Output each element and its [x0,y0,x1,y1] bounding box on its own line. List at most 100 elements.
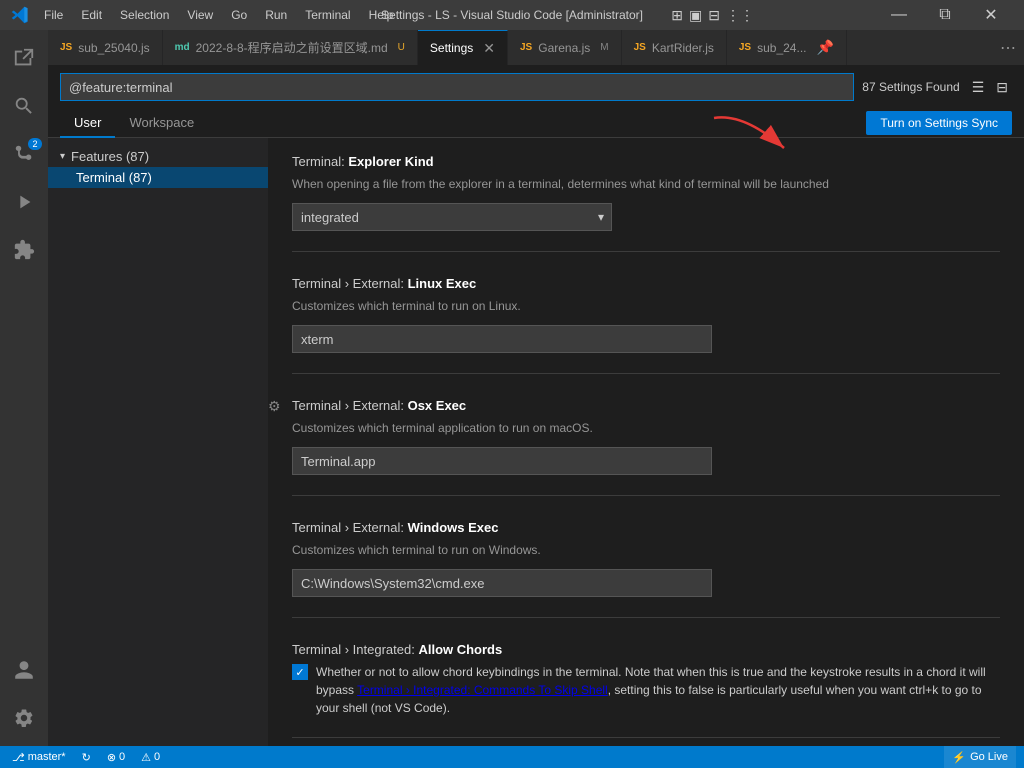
tab-label-garena: Garena.js [538,41,590,55]
tab-garena[interactable]: JS Garena.js M [508,30,622,65]
setting-title-allow-chords: Terminal › Integrated: Allow Chords [292,642,1000,657]
close-button[interactable]: ✕ [968,0,1014,30]
settings-toolbar-icons: ☰ ⊟ [968,77,1012,98]
go-live-button[interactable]: ⚡ Go Live [944,746,1016,768]
tab-modified-indicator-2022: U [398,42,405,53]
settings-results-count: 87 Settings Found [862,80,959,94]
tree-terminal-label: Terminal (87) [76,170,152,185]
restore-button[interactable]: ⧉ [922,0,968,30]
branch-label: master* [28,751,66,763]
branch-icon: ⎇ [12,751,25,764]
setting-linux-exec: Terminal › External: Linux Exec Customiz… [292,276,1000,374]
activity-bar: 2 [0,30,48,746]
status-sync[interactable]: ↻ [78,746,95,768]
tab-user[interactable]: User [60,109,115,138]
tree-features[interactable]: ▾ Features (87) [48,146,268,167]
gear-icon[interactable]: ⚙ [268,398,281,415]
windows-exec-input[interactable] [292,569,712,597]
tab-label-sub2: sub_24... [757,41,806,55]
activity-run[interactable] [0,178,48,226]
menu-run[interactable]: Run [257,4,295,26]
tab-icon-garena: JS [520,42,532,53]
tree-terminal[interactable]: Terminal (87) [48,167,268,188]
error-count: 0 [119,751,125,763]
setting-desc-windows-exec: Customizes which terminal to run on Wind… [292,541,1000,559]
settings-filter-icon[interactable]: ☰ [968,77,989,98]
setting-osx-exec: ⚙ Terminal › External: Osx Exec Customiz… [292,398,1000,496]
main-layout: 2 JS sub_25040.js md 2022-8-8-程序 [0,30,1024,746]
tab-label-2022: 2022-8-8-程序启动之前设置区域.md [196,39,388,56]
search-input-wrapper [60,73,854,101]
layout-icon-4[interactable]: ⋮⋮ [726,7,754,24]
status-warnings[interactable]: ⚠ 0 [137,746,164,768]
layout-icon-3[interactable]: ⊟ [708,7,720,24]
settings-search-input[interactable] [60,73,854,101]
tab-overflow-button[interactable]: ⋯ [992,30,1024,65]
layout-icon-2[interactable]: ▣ [689,7,702,24]
menu-selection[interactable]: Selection [112,4,177,26]
warning-count: 0 [154,751,160,763]
tab-settings[interactable]: Settings ✕ [418,30,508,65]
settings-search-bar: 87 Settings Found ☰ ⊟ [48,65,1024,109]
tab-sub2[interactable]: JS sub_24... 📌 [727,30,847,65]
tab-workspace[interactable]: Workspace [115,109,208,138]
activity-source-control[interactable]: 2 [0,130,48,178]
menu-terminal[interactable]: Terminal [297,4,358,26]
activity-account[interactable] [0,646,48,694]
activity-search[interactable] [0,82,48,130]
minimize-button[interactable]: — [876,0,922,30]
status-bar-right: ⚡ Go Live [944,746,1016,768]
setting-desc-explorer-kind: When opening a file from the explorer in… [292,175,1000,193]
activity-manage[interactable] [0,694,48,742]
tab-close-settings[interactable]: ✕ [483,40,495,57]
menu-view[interactable]: View [179,4,221,26]
tab-sub1[interactable]: JS sub_25040.js [48,30,163,65]
allow-chords-checkbox-row: Whether or not to allow chord keybinding… [292,663,1000,717]
tab-kartrider[interactable]: JS KartRider.js [622,30,727,65]
tab-2022[interactable]: md 2022-8-8-程序启动之前设置区域.md U [163,30,418,65]
title-bar: File Edit Selection View Go Run Terminal… [0,0,1024,30]
tab-icon-md: md [175,42,190,53]
setting-desc-linux-exec: Customizes which terminal to run on Linu… [292,297,1000,315]
explorer-kind-select[interactable]: integrated external both [292,203,612,231]
tab-bar: JS sub_25040.js md 2022-8-8-程序启动之前设置区域.m… [48,30,1024,65]
linux-exec-input[interactable] [292,325,712,353]
sync-button[interactable]: Turn on Settings Sync [866,111,1012,135]
warning-icon: ⚠ [141,751,151,764]
activity-explorer[interactable] [0,34,48,82]
tab-icon-kartrider: JS [634,42,646,53]
tab-pin-icon-sub2: 📌 [816,39,833,56]
settings-more-icon[interactable]: ⊟ [992,77,1012,98]
tab-label-settings: Settings [430,41,473,55]
menu-edit[interactable]: Edit [73,4,110,26]
tab-icon-js1: JS [60,42,72,53]
content-area: JS sub_25040.js md 2022-8-8-程序启动之前设置区域.m… [48,30,1024,746]
title-bar-left: File Edit Selection View Go Run Terminal… [10,4,401,26]
setting-title-explorer-kind: Terminal: Explorer Kind [292,154,1000,169]
status-errors[interactable]: ⊗ 0 [103,746,129,768]
settings-main: Terminal: Explorer Kind When opening a f… [268,138,1024,746]
tab-label-kartrider: KartRider.js [652,41,714,55]
settings-layout: ▾ Features (87) Terminal (87) Terminal: … [48,138,1024,746]
tab-label-sub1: sub_25040.js [78,41,149,55]
title-controls: — ⧉ ✕ [876,0,1014,30]
title-bar-icons: ⊞ ▣ ⊟ ⋮⋮ [671,7,754,24]
setting-title-linux-exec: Terminal › External: Linux Exec [292,276,1000,291]
menu-go[interactable]: Go [223,4,255,26]
sync-icon: ↻ [82,751,91,764]
tab-icon-sub2: JS [739,42,751,53]
setting-title-windows-exec: Terminal › External: Windows Exec [292,520,1000,535]
tree-features-label: Features (87) [71,149,149,164]
setting-desc-osx-exec: Customizes which terminal application to… [292,419,1000,437]
vscode-logo [10,5,30,25]
allow-chords-checkbox[interactable] [292,664,308,680]
activity-extensions[interactable] [0,226,48,274]
window-title: Settings - LS - Visual Studio Code [Admi… [381,8,643,22]
settings-tab-list: User Workspace [60,109,208,137]
osx-exec-input[interactable] [292,447,712,475]
status-branch[interactable]: ⎇ master* [8,746,70,768]
menu-file[interactable]: File [36,4,71,26]
commands-to-skip-link[interactable]: Terminal › Integrated: Commands To Skip … [357,683,608,697]
status-bar: ⎇ master* ↻ ⊗ 0 ⚠ 0 ⚡ Go Live [0,746,1024,768]
layout-icon-1[interactable]: ⊞ [671,7,683,24]
